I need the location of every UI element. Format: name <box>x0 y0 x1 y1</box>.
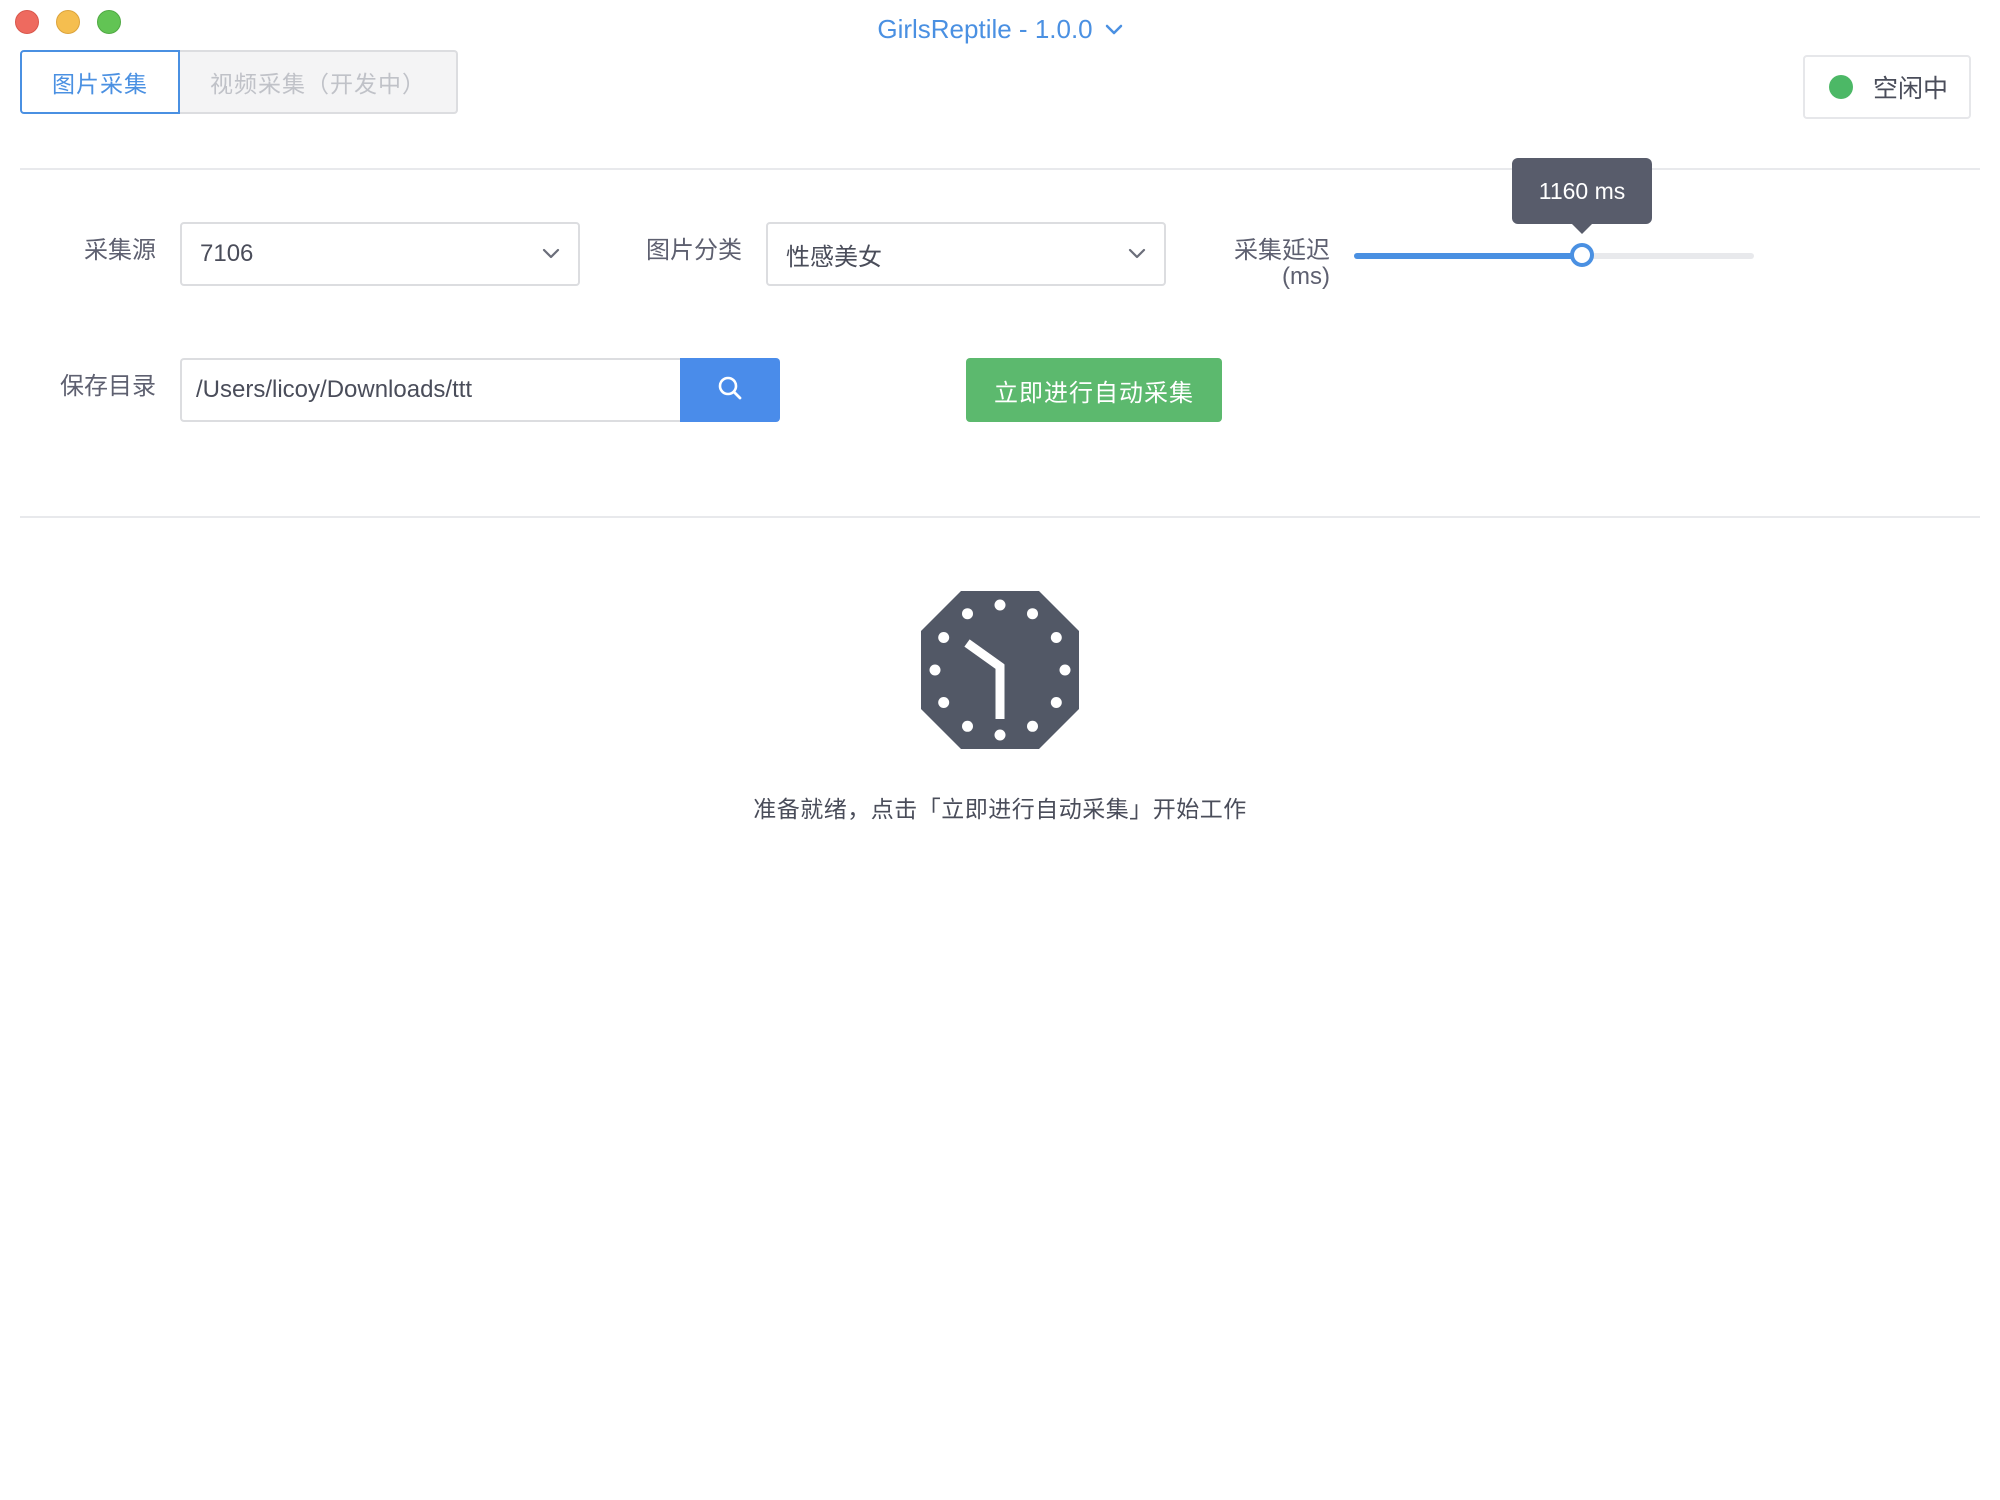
tab-video-collection: 视频采集（开发中） <box>180 50 458 114</box>
chevron-down-icon <box>1105 24 1123 36</box>
slider-tooltip: 1160 ms <box>1512 158 1652 234</box>
start-auto-collect-button[interactable]: 立即进行自动采集 <box>966 358 1222 422</box>
window-title: GirlsReptile - 1.0.0 <box>877 14 1093 44</box>
browse-folder-button[interactable] <box>680 358 780 422</box>
chevron-down-icon <box>542 248 560 260</box>
status-label: 空闲中 <box>1873 75 1949 103</box>
search-icon <box>717 375 743 406</box>
category-select-value: 性感美女 <box>786 243 882 271</box>
ready-message: 准备就绪，点击「立即进行自动采集」开始工作 <box>753 796 1247 822</box>
save-dir-input[interactable] <box>180 358 681 422</box>
category-select[interactable]: 性感美女 <box>766 222 1166 286</box>
tab-image-collection[interactable]: 图片采集 <box>20 50 180 114</box>
app-window: GirlsReptile - 1.0.0 图片采集 视频采集（开发中） 空闲中 … <box>0 0 2000 1500</box>
slider-handle[interactable] <box>1570 243 1594 267</box>
delay-label-unit: (ms) <box>1282 263 1330 290</box>
category-label: 图片分类 <box>646 237 742 264</box>
source-select-value: 7106 <box>200 240 254 267</box>
status-badge: 空闲中 <box>1803 55 1971 119</box>
version-menu[interactable]: GirlsReptile - 1.0.0 <box>877 14 1122 45</box>
delay-label: 采集延迟 (ms) <box>1200 238 1330 290</box>
clock-icon <box>921 591 1079 754</box>
source-label: 采集源 <box>84 237 156 264</box>
save-dir-label: 保存目录 <box>60 373 156 400</box>
mode-tabs: 图片采集 视频采集（开发中） <box>20 50 458 114</box>
status-indicator-dot <box>1829 75 1853 99</box>
delay-label-text: 采集延迟 <box>1234 237 1330 264</box>
source-select[interactable]: 7106 <box>180 222 580 286</box>
top-divider <box>20 168 1980 170</box>
window-title-bar: GirlsReptile - 1.0.0 <box>0 14 2000 45</box>
slider-fill <box>1354 253 1582 259</box>
delay-slider[interactable]: 1160 ms <box>1354 158 1754 267</box>
chevron-down-icon <box>1128 248 1146 260</box>
content-divider <box>20 516 1980 518</box>
